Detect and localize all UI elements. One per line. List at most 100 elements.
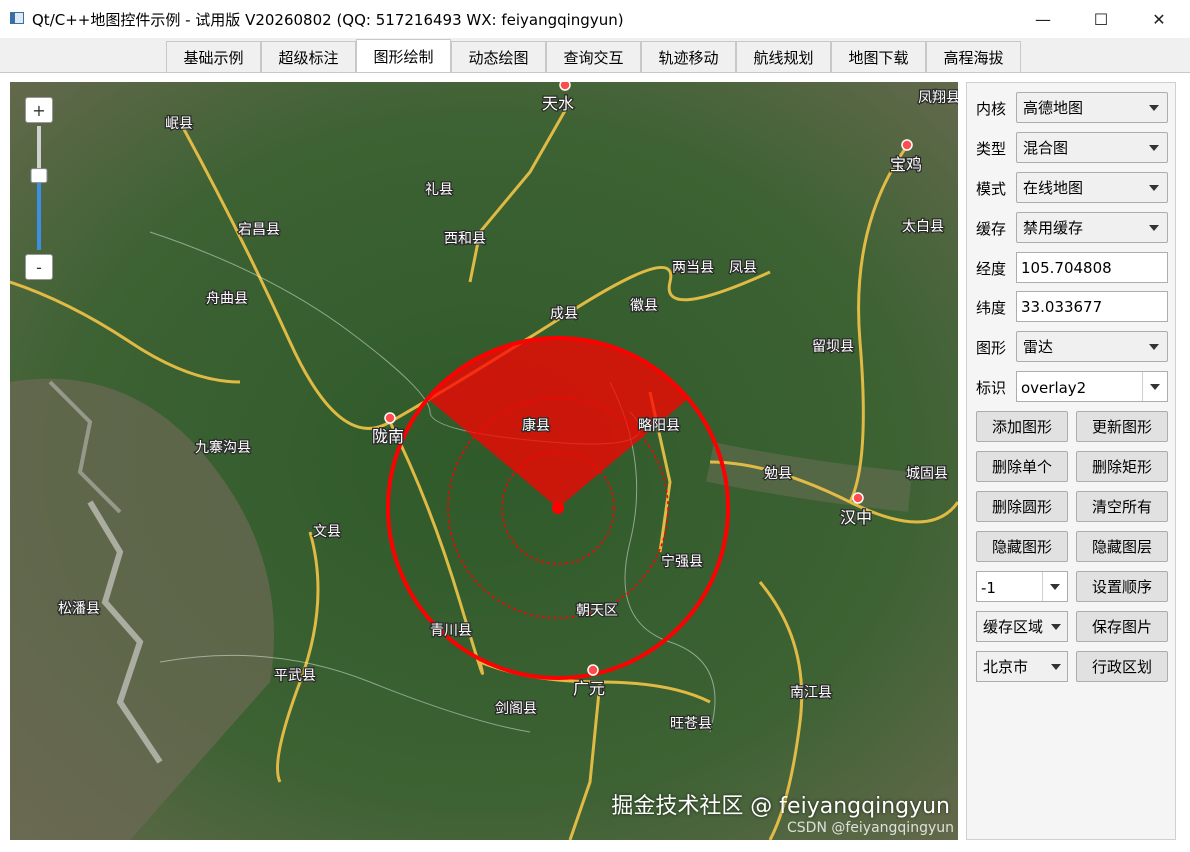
hide-layer-button[interactable]: 隐藏图层 [1076, 531, 1168, 562]
place-label: 略阳县 [638, 418, 680, 434]
shape-select[interactable]: 雷达 [1016, 331, 1168, 362]
identifier-combo[interactable] [1016, 371, 1168, 403]
place-label: 舟曲县 [206, 291, 248, 307]
place-label: 凤翔县 [918, 90, 958, 106]
tab-bar: 基础示例 超级标注 图形绘制 动态绘图 查询交互 轨迹移动 航线规划 地图下载 … [0, 38, 1190, 73]
place-label: 康县 [522, 417, 550, 434]
place-label: 松潘县 [58, 601, 100, 617]
maximize-button[interactable]: ☐ [1072, 0, 1130, 38]
delete-circle-button[interactable]: 删除圆形 [976, 491, 1068, 522]
city-marker [587, 664, 599, 676]
place-label: 勉县 [764, 466, 792, 482]
tab-basic[interactable]: 基础示例 [166, 41, 261, 72]
place-label: 宕昌县 [238, 222, 280, 238]
tab-elevation[interactable]: 高程海拔 [926, 41, 1021, 72]
radar-center [552, 502, 564, 514]
kernel-value: 高德地图 [1023, 99, 1084, 117]
close-button[interactable]: ✕ [1130, 0, 1188, 38]
place-label: 广元 [573, 679, 605, 698]
update-shape-button[interactable]: 更新图形 [1076, 411, 1168, 442]
kernel-label: 内核 [976, 100, 1007, 118]
chevron-down-icon [1149, 105, 1159, 111]
map-view[interactable]: 岷县 天水 凤翔县 宝鸡 礼县 宕昌县 西和县 太白县 两当县 凤县 舟曲县 徽… [10, 82, 958, 840]
zoom-slider-fill [37, 175, 41, 250]
shape-value: 雷达 [1023, 338, 1054, 356]
city-marker [559, 82, 571, 91]
chevron-down-icon [1150, 384, 1160, 390]
place-label: 宁强县 [661, 553, 703, 570]
place-label: 剑阁县 [495, 701, 537, 717]
chevron-down-icon [1051, 624, 1061, 630]
type-select[interactable]: 混合图 [1016, 132, 1168, 163]
title-bar: Qt/C++地图控件示例 - 试用版 V20260802 (QQ: 517216… [0, 0, 1190, 38]
chevron-down-icon [1149, 185, 1159, 191]
place-label: 凤县 [729, 260, 757, 276]
tab-shape-draw[interactable]: 图形绘制 [356, 39, 451, 73]
map-canvas[interactable]: 岷县 天水 凤翔县 宝鸡 礼县 宕昌县 西和县 太白县 两当县 凤县 舟曲县 徽… [10, 82, 958, 840]
tab-route[interactable]: 航线规划 [736, 41, 831, 72]
city-marker [901, 139, 913, 151]
hide-shape-button[interactable]: 隐藏图形 [976, 531, 1068, 562]
city-marker [852, 492, 864, 504]
delete-single-button[interactable]: 删除单个 [976, 451, 1068, 482]
chevron-down-icon [1050, 584, 1060, 590]
watermark: 掘金技术社区 @ feiyangqingyun [611, 794, 950, 819]
kernel-select[interactable]: 高德地图 [1016, 92, 1168, 123]
place-label: 青川县 [430, 623, 472, 639]
identifier-input[interactable] [1017, 372, 1138, 403]
chevron-down-icon [1051, 664, 1061, 670]
chevron-down-icon [1149, 344, 1159, 350]
city-value: 北京市 [983, 658, 1029, 676]
longitude-label: 经度 [976, 260, 1007, 278]
set-order-button[interactable]: 设置顺序 [1076, 571, 1168, 602]
longitude-input[interactable] [1016, 252, 1168, 283]
cache-label: 缓存 [976, 220, 1007, 238]
place-label: 徽县 [630, 298, 658, 314]
zoom-slider-handle[interactable] [30, 168, 48, 184]
cache-area-select[interactable]: 缓存区域 [976, 611, 1068, 642]
clear-all-button[interactable]: 清空所有 [1076, 491, 1168, 522]
window-title: Qt/C++地图控件示例 - 试用版 V20260802 (QQ: 517216… [32, 11, 624, 29]
place-label: 旺苍县 [670, 716, 712, 732]
latitude-label: 纬度 [976, 299, 1007, 317]
place-label: 两当县 [672, 260, 714, 276]
place-label: 留坝县 [812, 339, 854, 355]
cache-select[interactable]: 禁用缓存 [1016, 212, 1168, 243]
tab-super-marker[interactable]: 超级标注 [261, 41, 356, 72]
place-label: 宝鸡 [890, 155, 922, 174]
place-label: 成县 [550, 306, 578, 322]
zoom-in-button[interactable]: + [25, 97, 53, 123]
city-select[interactable]: 北京市 [976, 651, 1068, 682]
cache-value: 禁用缓存 [1023, 219, 1084, 237]
mode-value: 在线地图 [1023, 179, 1084, 197]
add-shape-button[interactable]: 添加图形 [976, 411, 1068, 442]
mode-select[interactable]: 在线地图 [1016, 172, 1168, 203]
delete-rect-button[interactable]: 删除矩形 [1076, 451, 1168, 482]
tab-track[interactable]: 轨迹移动 [641, 41, 736, 72]
place-label: 礼县 [425, 182, 453, 198]
tab-download[interactable]: 地图下载 [831, 41, 926, 72]
place-label: 西和县 [444, 231, 486, 247]
place-label: 陇南 [372, 427, 404, 446]
minimize-button[interactable]: — [1014, 0, 1072, 38]
latitude-input[interactable] [1016, 291, 1168, 322]
admin-area-button[interactable]: 行政区划 [1076, 651, 1168, 682]
tab-dynamic-draw[interactable]: 动态绘图 [451, 41, 546, 72]
order-combo[interactable] [976, 571, 1068, 603]
app-icon [10, 12, 24, 24]
zoom-out-button[interactable]: - [25, 254, 53, 280]
place-label: 平武县 [274, 668, 316, 684]
place-label: 文县 [313, 524, 341, 540]
place-label: 太白县 [902, 219, 944, 235]
order-input[interactable] [977, 572, 1043, 603]
type-value: 混合图 [1023, 139, 1069, 157]
save-image-button[interactable]: 保存图片 [1076, 611, 1168, 642]
chevron-down-icon [1149, 225, 1159, 231]
identifier-label: 标识 [976, 379, 1007, 397]
city-marker [384, 412, 396, 424]
mode-label: 模式 [976, 180, 1007, 198]
place-label: 朝天区 [576, 603, 618, 619]
type-label: 类型 [976, 140, 1007, 158]
cache-area-value: 缓存区域 [983, 618, 1044, 636]
tab-query[interactable]: 查询交互 [546, 41, 641, 72]
